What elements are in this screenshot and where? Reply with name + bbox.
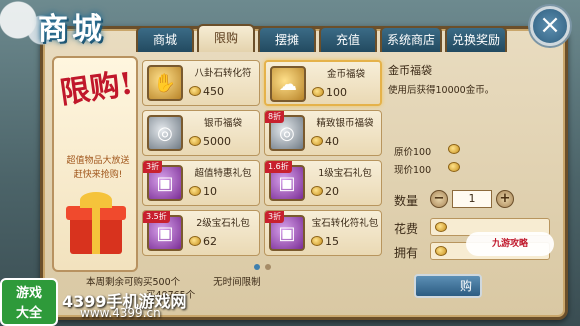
tab-system-store[interactable]: 系统商店 xyxy=(380,26,442,52)
gold-coin-icon xyxy=(312,87,324,97)
limited-promo-banner: 限购! 超值物品大放送 赶快来抢购! xyxy=(52,56,138,272)
gold-coin-icon xyxy=(189,236,201,246)
gold-coin-icon xyxy=(311,186,323,196)
talisman-icon: ✋ xyxy=(147,65,183,101)
shop-title: 商城 xyxy=(38,12,106,47)
item-price: 450 xyxy=(203,85,224,98)
gold-coin-icon xyxy=(448,144,460,154)
watermark-badge: 九游攻略 xyxy=(466,232,554,256)
quantity-minus-button[interactable]: − xyxy=(430,190,448,208)
item-card[interactable]: ◎ 银币福袋 5000 xyxy=(142,110,260,156)
discount-badge: 1.6折 xyxy=(265,161,292,173)
gold-coin-icon xyxy=(311,236,323,246)
quantity-label: 数量 xyxy=(394,194,419,208)
item-price: 10 xyxy=(203,185,217,198)
current-price-label: 现价100 xyxy=(394,165,432,176)
current-price-row: 现价100 xyxy=(394,162,514,176)
discount-badge: 3.5折 xyxy=(143,211,170,223)
gold-coin-icon xyxy=(311,136,323,146)
gold-coin-icon xyxy=(448,162,460,172)
owned-label: 拥有 xyxy=(394,246,419,260)
promo-line-2: 赶快来抢购! xyxy=(73,170,123,180)
item-price: 62 xyxy=(203,235,217,248)
discount-badge: 8折 xyxy=(265,111,285,123)
gold-coin-icon xyxy=(189,186,201,196)
detail-item-name: 金币福袋 xyxy=(388,64,432,77)
quantity-row: 数量 − 1 + xyxy=(394,190,554,210)
item-name: 2级宝石礼包 xyxy=(196,218,250,229)
item-name: 宝石转化符礼包 xyxy=(311,218,379,229)
tab-recharge[interactable]: 充值 xyxy=(319,26,377,52)
gift-box-icon xyxy=(64,192,128,256)
gold-coin-icon xyxy=(189,86,201,96)
close-icon: × xyxy=(539,10,561,40)
close-button[interactable]: × xyxy=(530,6,570,46)
detail-description: 使用后获得10000金币。 xyxy=(388,85,495,96)
gold-coin-icon xyxy=(435,246,447,256)
page-dot[interactable] xyxy=(265,264,271,270)
watermark-logo-line-2: 大全 xyxy=(15,306,42,321)
watermark-logo-line-1: 游戏 xyxy=(15,286,42,301)
promo-title: 限购! xyxy=(57,66,136,112)
tab-stall[interactable]: 摆摊 xyxy=(258,26,316,52)
discount-badge: 3折 xyxy=(143,161,163,173)
item-name: 金币福袋 xyxy=(326,69,365,80)
discount-badge: 3折 xyxy=(265,211,285,223)
tab-shop[interactable]: 商城 xyxy=(136,26,194,52)
item-price: 40 xyxy=(325,135,339,148)
shop-tab-bar: 商城 限购 摆摊 充值 系统商店 兑换奖励 xyxy=(136,24,507,52)
item-price: 20 xyxy=(325,185,339,198)
item-card[interactable]: 3.5折 ▣ 2级宝石礼包 62 xyxy=(142,210,260,256)
item-card[interactable]: 3折 ▣ 宝石转化符礼包 15 xyxy=(264,210,382,256)
promo-text: 超值物品大放送 赶快来抢购! xyxy=(58,154,138,182)
item-price: 5000 xyxy=(203,135,231,148)
item-card[interactable]: 3折 ▣ 超值特惠礼包 10 xyxy=(142,160,260,206)
gold-coin-icon xyxy=(435,222,447,232)
quantity-plus-button[interactable]: + xyxy=(496,190,514,208)
original-price-label: 原价100 xyxy=(394,147,432,158)
gold-bag-icon: ☁ xyxy=(270,66,306,102)
item-price: 15 xyxy=(325,235,339,248)
item-grid: ✋ 八卦石转化符 450 ☁ 金币福袋 100 ◎ 银币福袋 5000 8折 ◎… xyxy=(142,60,382,256)
item-card[interactable]: 8折 ◎ 精致银币福袋 40 xyxy=(264,110,382,156)
item-card[interactable]: 1.6折 ▣ 1级宝石礼包 20 xyxy=(264,160,382,206)
buy-button[interactable]: 购 xyxy=(414,274,482,298)
page-dot-active[interactable] xyxy=(254,264,260,270)
item-name: 1级宝石礼包 xyxy=(318,168,372,179)
item-name: 八卦石转化符 xyxy=(194,68,252,79)
item-price: 100 xyxy=(326,86,347,99)
promo-line-1: 超值物品大放送 xyxy=(66,156,130,166)
time-limit-text: 无时间限制 xyxy=(213,277,261,288)
weekly-remaining-text: 本周剩余可购买500个 xyxy=(86,277,181,288)
watermark-url: www.4399.cn xyxy=(80,306,161,320)
silver-coins-icon: ◎ xyxy=(147,115,183,151)
item-card[interactable]: ✋ 八卦石转化符 450 xyxy=(142,60,260,106)
quantity-input[interactable]: 1 xyxy=(452,190,492,208)
item-name: 银币福袋 xyxy=(203,118,242,129)
page-indicator xyxy=(254,264,271,270)
item-name: 超值特惠礼包 xyxy=(194,168,252,179)
original-price-row: 原价100 xyxy=(394,144,514,158)
watermark-logo: 游戏 大全 xyxy=(0,278,58,326)
tab-exchange-rewards[interactable]: 兑换奖励 xyxy=(445,26,507,52)
gold-coin-icon xyxy=(189,136,201,146)
item-name: 精致银币福袋 xyxy=(316,118,374,129)
tab-limited[interactable]: 限购 xyxy=(197,24,255,52)
cost-label: 花费 xyxy=(394,222,419,236)
item-card-selected[interactable]: ☁ 金币福袋 100 xyxy=(264,60,382,106)
